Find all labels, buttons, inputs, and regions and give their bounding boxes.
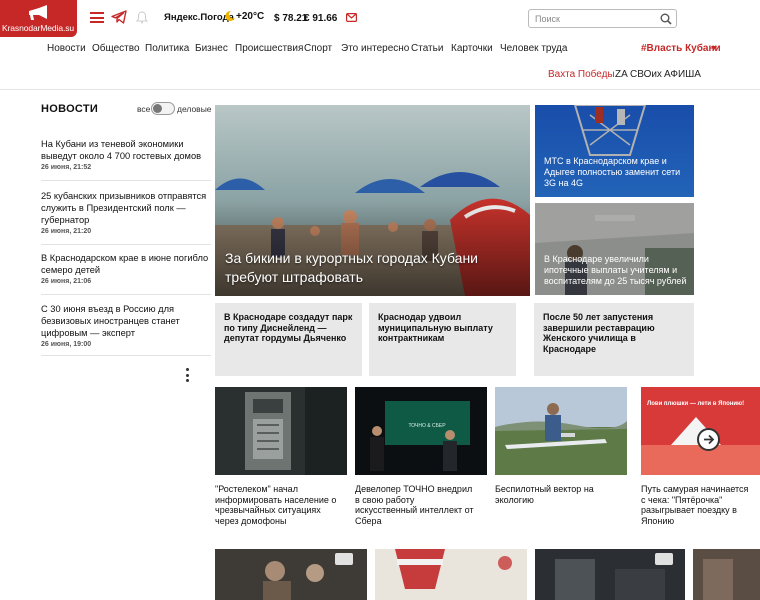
news-list-item[interactable]: С 30 июня въезд в Россию для безвизовых …	[41, 303, 211, 348]
news-heading: НОВОСТИ	[41, 103, 99, 115]
festive-photo	[375, 549, 527, 600]
nav-person-of-labor[interactable]: Человек труда	[500, 43, 567, 54]
eur-rate: € 91.66	[304, 13, 338, 24]
nav-cards[interactable]: Карточки	[451, 43, 493, 54]
subnav-victory-watch[interactable]: Вахта Победы	[548, 69, 615, 80]
news-list-item[interactable]: 25 кубанских призывников отправятся служ…	[41, 190, 211, 235]
gray-news-card[interactable]: Краснодар удвоил муниципальную выплату к…	[369, 303, 516, 376]
news-card[interactable]: Лови плюшки — лети в Японию! Путь самура…	[641, 387, 760, 526]
video-thumb[interactable]	[693, 549, 760, 600]
carousel-next-button[interactable]	[697, 428, 720, 451]
news-date: 26 июня, 19:00	[41, 341, 92, 348]
street-photo	[535, 549, 685, 600]
weather-temperature: +20°C	[236, 11, 265, 22]
telegram-icon[interactable]	[111, 10, 127, 24]
video-thumb[interactable]	[535, 549, 685, 600]
hero-news-card[interactable]: За бикини в курортных городах Кубани тре…	[215, 105, 530, 296]
moon-icon	[225, 10, 235, 21]
hero-title: За бикини в курортных городах Кубани тре…	[225, 250, 478, 285]
news-separator	[41, 180, 211, 181]
news-filter-toggle[interactable]	[151, 102, 175, 115]
news-date: 26 июня, 21:06	[41, 278, 92, 285]
video-thumb[interactable]	[215, 549, 367, 600]
news-card[interactable]: ТОЧНО & СБЕР Девелопер ТОЧНО внедрил в с…	[355, 387, 487, 526]
news-card-title: Беспилотный вектор на экологию	[495, 484, 594, 505]
news-separator	[41, 294, 211, 295]
conference-photo: ТОЧНО & СБЕР	[355, 387, 487, 475]
header-divider	[0, 89, 760, 90]
subnav-za-svoih[interactable]: ZA СВОих	[615, 69, 662, 80]
subnav-afisha[interactable]: АФИША	[664, 69, 701, 80]
event-photo	[693, 549, 760, 600]
news-card-title: Путь самурая начинается с чека: "Пятёроч…	[641, 484, 749, 526]
news-title: С 30 июня въезд в Россию для безвизовых …	[41, 304, 180, 338]
gray-news-card[interactable]: После 50 лет запустения завершили рестав…	[534, 303, 694, 376]
filter-business[interactable]: деловые	[177, 104, 212, 114]
news-title: На Кубани из теневой экономики выведут о…	[41, 139, 202, 161]
usd-rate: $ 78.21	[274, 13, 308, 24]
megaphone-icon	[29, 5, 47, 20]
news-title: В Краснодарском крае в июне погибло семе…	[41, 253, 209, 275]
news-card-title: В Краснодаре увеличили ипотечные выплаты…	[544, 254, 687, 286]
gray-card-title: После 50 лет запустения завершили рестав…	[543, 312, 655, 354]
news-separator	[41, 244, 211, 245]
drone-photo	[495, 387, 627, 475]
people-photo	[215, 549, 367, 600]
more-options-icon[interactable]	[182, 368, 192, 382]
news-list-item[interactable]: На Кубани из теневой экономики выведут о…	[41, 138, 211, 171]
news-card-title: Девелопер ТОЧНО внедрил в свою работу ис…	[355, 484, 474, 526]
news-card-title: МТС в Краснодарском крае и Адыгее полнос…	[544, 156, 681, 188]
nav-incidents[interactable]: Происшествия	[235, 43, 303, 54]
menu-icon[interactable]	[90, 12, 104, 23]
news-date: 26 июня, 21:20	[41, 228, 92, 235]
filter-all[interactable]: все	[137, 104, 150, 114]
gray-news-card[interactable]: В Краснодаре создадут парк по типу Дисне…	[215, 303, 362, 376]
news-title: 25 кубанских призывников отправятся служ…	[41, 191, 207, 225]
nav-sport[interactable]: Спорт	[304, 43, 332, 54]
nav-business[interactable]: Бизнес	[195, 43, 228, 54]
arrow-right-icon	[704, 434, 715, 445]
nav-society[interactable]: Общество	[92, 43, 140, 54]
news-list-item[interactable]: В Краснодарском крае в июне погибло семе…	[41, 252, 211, 285]
news-card[interactable]: Беспилотный вектор на экологию	[495, 387, 627, 505]
bell-icon[interactable]	[136, 11, 148, 24]
video-thumb[interactable]	[375, 549, 527, 600]
promo-text: Лови плюшки — лети в Японию!	[647, 401, 744, 407]
chevron-down-icon[interactable]	[711, 46, 717, 50]
nav-news[interactable]: Новости	[47, 43, 86, 54]
news-card-title: "Ростелеком" начал информировать населен…	[215, 484, 337, 526]
nav-interesting[interactable]: Это интересно	[341, 43, 409, 54]
news-card[interactable]: МТС в Краснодарском крае и Адыгее полнос…	[535, 105, 694, 197]
gray-card-title: В Краснодаре создадут парк по типу Дисне…	[224, 312, 353, 343]
nav-politics[interactable]: Политика	[145, 43, 189, 54]
news-card[interactable]: В Краснодаре увеличили ипотечные выплаты…	[535, 203, 694, 295]
news-card[interactable]: "Ростелеком" начал информировать населен…	[215, 387, 347, 526]
nav-kuban-power[interactable]: #Власть Кубани	[641, 43, 721, 54]
search-box[interactable]	[528, 9, 677, 28]
mail-icon[interactable]	[346, 13, 357, 22]
news-separator	[41, 355, 211, 356]
search-input[interactable]	[535, 12, 653, 25]
intercom-photo	[215, 387, 347, 475]
news-date: 26 июня, 21:52	[41, 164, 92, 171]
logo-text: KrasnodarMedia.su	[2, 23, 75, 33]
slide-text: ТОЧНО & СБЕР	[408, 423, 446, 429]
nav-articles[interactable]: Статьи	[411, 43, 443, 54]
search-icon[interactable]	[660, 13, 672, 25]
gray-card-title: Краснодар удвоил муниципальную выплату к…	[378, 312, 493, 343]
